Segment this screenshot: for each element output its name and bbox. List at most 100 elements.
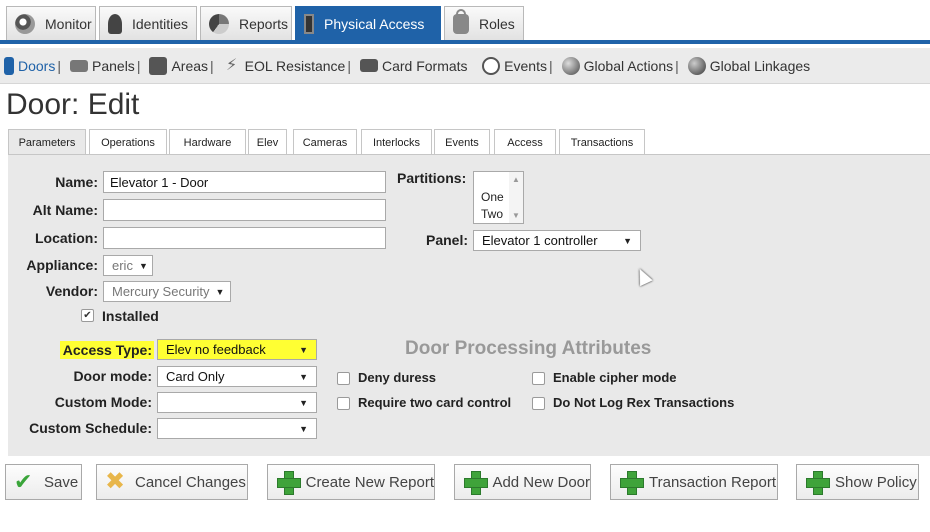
chevron-down-icon: ▼	[299, 397, 308, 408]
door-mode-select[interactable]: Card Only ▼	[157, 366, 317, 387]
tab-monitor-label: Monitor	[45, 15, 92, 32]
separator: |	[210, 57, 214, 74]
custom-schedule-select[interactable]: ▼	[157, 418, 317, 439]
lightning-icon: ⚡	[226, 56, 238, 74]
partition-option[interactable]: Two	[481, 207, 503, 221]
subnav-eol-resistance[interactable]: ⚡ EOL Resistance	[219, 56, 346, 75]
location-input[interactable]	[103, 227, 386, 249]
save-button-label: Save	[44, 473, 79, 491]
transaction-report-button[interactable]: Transaction Report	[610, 464, 778, 500]
top-nav: Monitor Identities Reports Physical Acce…	[0, 0, 930, 44]
alt-name-input[interactable]	[103, 199, 386, 221]
tab-physical-access[interactable]: Physical Access	[295, 6, 441, 40]
create-report-label: Create New Report	[305, 473, 434, 491]
show-policy-label: Show Policy	[835, 473, 917, 491]
subnav-global-actions[interactable]: Global Actions	[558, 56, 673, 75]
installed-label: Installed	[102, 308, 159, 324]
appliance-value: eric	[112, 258, 133, 273]
require-two-card-control-label: Require two card control	[358, 395, 512, 410]
separator: |	[57, 57, 61, 74]
page-title: Door: Edit	[6, 88, 140, 121]
appliance-label: Appliance:	[26, 257, 98, 273]
check-icon	[14, 470, 38, 494]
subnav-label: Doors	[18, 57, 56, 74]
linkage-icon	[687, 56, 706, 75]
separator: |	[347, 57, 351, 74]
subnav-areas[interactable]: Areas	[145, 56, 209, 75]
do-not-log-rex-label: Do Not Log Rex Transactions	[553, 395, 735, 410]
vendor-label: Vendor:	[45, 283, 98, 299]
globe-icon	[561, 56, 580, 75]
vendor-value: Mercury Security	[112, 284, 210, 299]
tab-reports[interactable]: Reports	[200, 6, 292, 40]
name-label: Name:	[55, 174, 98, 190]
access-type-select[interactable]: Elev no feedback ▼	[157, 339, 317, 360]
panel-icon	[70, 59, 88, 72]
tab-hardware[interactable]: Hardware	[169, 129, 246, 155]
access-type-value: Elev no feedback	[166, 342, 266, 357]
tab-physical-access-label: Physical Access	[324, 15, 425, 32]
enable-cipher-mode-checkbox[interactable]	[532, 372, 545, 385]
save-button[interactable]: Save	[5, 464, 82, 500]
partitions-label: Partitions:	[397, 170, 467, 186]
add-door-label: Add New Door	[492, 473, 590, 491]
installed-checkbox[interactable]: ✔	[81, 309, 94, 322]
tab-transactions[interactable]: Transactions	[559, 129, 645, 155]
door-mode-value: Card Only	[166, 369, 225, 384]
subnav-label: EOL Resistance	[244, 57, 346, 74]
chevron-down-icon: ▼	[623, 235, 632, 246]
create-new-report-button[interactable]: Create New Report	[267, 464, 435, 500]
tab-access[interactable]: Access	[494, 129, 556, 155]
chevron-down-icon: ▼	[299, 423, 308, 434]
subnav-card-formats[interactable]: Card Formats	[356, 58, 468, 74]
panel-select[interactable]: Elevator 1 controller ▼	[473, 230, 641, 251]
area-icon	[149, 56, 168, 75]
tab-events[interactable]: Events	[434, 129, 490, 155]
subnav-label: Card Formats	[381, 57, 468, 74]
subnav-label: Panels	[92, 57, 135, 74]
name-input[interactable]	[103, 171, 386, 193]
tab-operations[interactable]: Operations	[89, 129, 167, 155]
door-icon	[304, 13, 314, 34]
plus-icon	[276, 470, 301, 495]
subnav-global-linkages[interactable]: Global Linkages	[684, 56, 810, 75]
enable-cipher-mode-label: Enable cipher mode	[553, 370, 677, 385]
panel-label: Panel:	[425, 232, 468, 248]
scroll-down-icon[interactable]: ▼	[512, 211, 520, 220]
require-two-card-control-checkbox[interactable]	[337, 397, 350, 410]
tab-cameras[interactable]: Cameras	[293, 129, 357, 155]
custom-mode-select[interactable]: ▼	[157, 392, 317, 413]
add-new-door-button[interactable]: Add New Door	[454, 464, 591, 500]
do-not-log-rex-checkbox[interactable]	[532, 397, 545, 410]
tab-elev[interactable]: Elev	[248, 129, 287, 155]
card-icon	[359, 59, 378, 72]
top-nav-bar	[0, 40, 930, 44]
tab-interlocks[interactable]: Interlocks	[361, 129, 432, 155]
appliance-select[interactable]: eric ▼	[103, 255, 153, 276]
plus-icon	[619, 470, 644, 495]
partitions-listbox[interactable]: One Two ▲ ▼	[473, 171, 524, 224]
lock-icon	[453, 8, 469, 34]
subnav-label: Areas	[171, 57, 209, 74]
tab-roles[interactable]: Roles	[444, 6, 524, 40]
show-policy-button[interactable]: Show Policy	[796, 464, 919, 500]
vendor-select[interactable]: Mercury Security ▼	[103, 281, 231, 302]
tab-monitor[interactable]: Monitor	[6, 6, 96, 40]
subnav-doors[interactable]: Doors	[0, 56, 56, 75]
scrollbar[interactable]: ▲ ▼	[509, 172, 523, 223]
identities-icon	[108, 13, 122, 34]
subnav-panels[interactable]: Panels	[66, 58, 135, 74]
transaction-report-label: Transaction Report	[649, 473, 777, 491]
deny-duress-label: Deny duress	[358, 370, 437, 385]
access-type-label: Access Type:	[62, 342, 152, 358]
tab-identities[interactable]: Identities	[99, 6, 197, 40]
tab-parameters[interactable]: Parameters	[8, 129, 86, 155]
tab-identities-label: Identities	[132, 15, 189, 32]
tab-reports-label: Reports	[239, 15, 289, 32]
monitor-icon	[15, 13, 35, 34]
partition-option[interactable]: One	[481, 190, 504, 204]
subnav-events[interactable]: Events	[478, 56, 547, 75]
deny-duress-checkbox[interactable]	[337, 372, 350, 385]
scroll-up-icon[interactable]: ▲	[512, 175, 520, 184]
cancel-changes-button[interactable]: Cancel Changes	[96, 464, 248, 500]
